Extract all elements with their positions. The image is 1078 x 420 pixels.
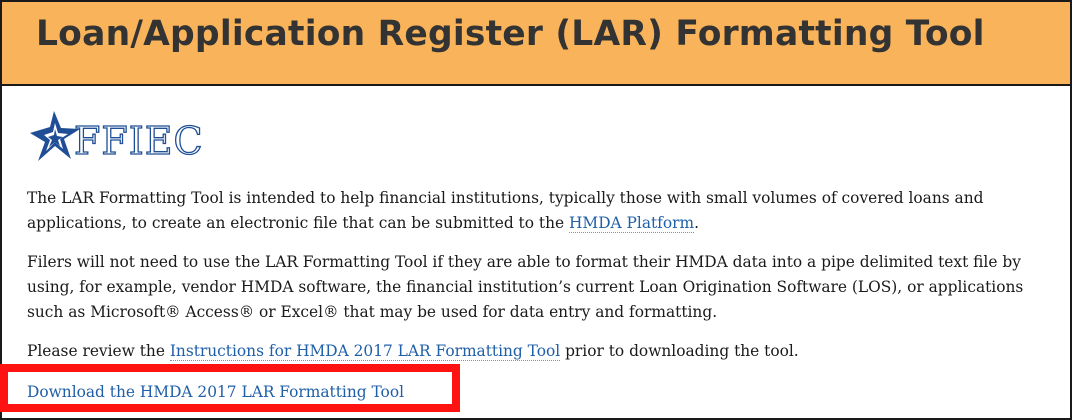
review-text: Please review the [27,342,170,360]
page-content: The LAR Formatting Tool is intended to h… [27,186,1057,377]
ffiec-logo: FFIEC [24,109,204,169]
intro-text: The LAR Formatting Tool is intended to h… [27,189,984,232]
filers-paragraph: Filers will not need to use the LAR Form… [27,253,1024,321]
review-paragraph: Please review the Instructions for HMDA … [27,339,1057,364]
page-title: Loan/Application Register (LAR) Formatti… [36,14,985,54]
ffiec-logo-text: FFIEC [73,119,204,163]
page-banner: Loan/Application Register (LAR) Formatti… [2,2,1070,86]
hmda-platform-link[interactable]: HMDA Platform [569,214,695,233]
intro-paragraph: The LAR Formatting Tool is intended to h… [27,186,1057,236]
review-text-end: prior to downloading the tool. [560,342,799,360]
instructions-link[interactable]: Instructions for HMDA 2017 LAR Formattin… [169,342,561,361]
intro-text-end: . [694,214,700,232]
download-tool-link[interactable]: Download the HMDA 2017 LAR Formatting To… [27,380,404,405]
